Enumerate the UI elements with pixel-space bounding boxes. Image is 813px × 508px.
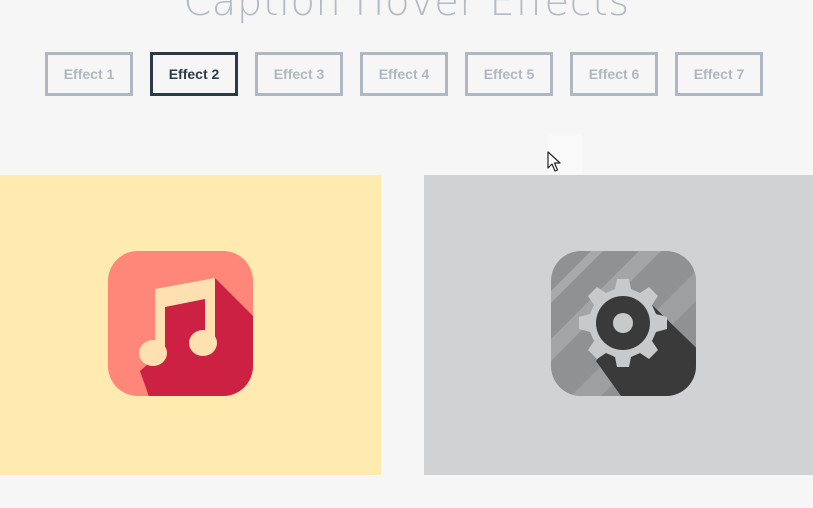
gear-icon — [551, 251, 696, 396]
tab-effect-2[interactable]: Effect 2 — [150, 52, 238, 96]
tab-effect-3[interactable]: Effect 3 — [255, 52, 343, 96]
mouse-cursor-icon — [547, 151, 561, 172]
music-note-icon — [108, 251, 253, 396]
page: Caption Hover Effects Effect 1 Effect 2 … — [0, 0, 813, 508]
effect-tabs: Effect 1 Effect 2 Effect 3 Effect 4 Effe… — [45, 52, 763, 96]
tab-effect-1[interactable]: Effect 1 — [45, 52, 133, 96]
tab-effect-4[interactable]: Effect 4 — [360, 52, 448, 96]
page-title: Caption Hover Effects — [183, 0, 630, 25]
tab-effect-7[interactable]: Effect 7 — [675, 52, 763, 96]
tab-effect-5[interactable]: Effect 5 — [465, 52, 553, 96]
grid-item-music[interactable] — [0, 175, 381, 475]
tab-effect-6[interactable]: Effect 6 — [570, 52, 658, 96]
grid-item-settings[interactable] — [424, 175, 813, 475]
